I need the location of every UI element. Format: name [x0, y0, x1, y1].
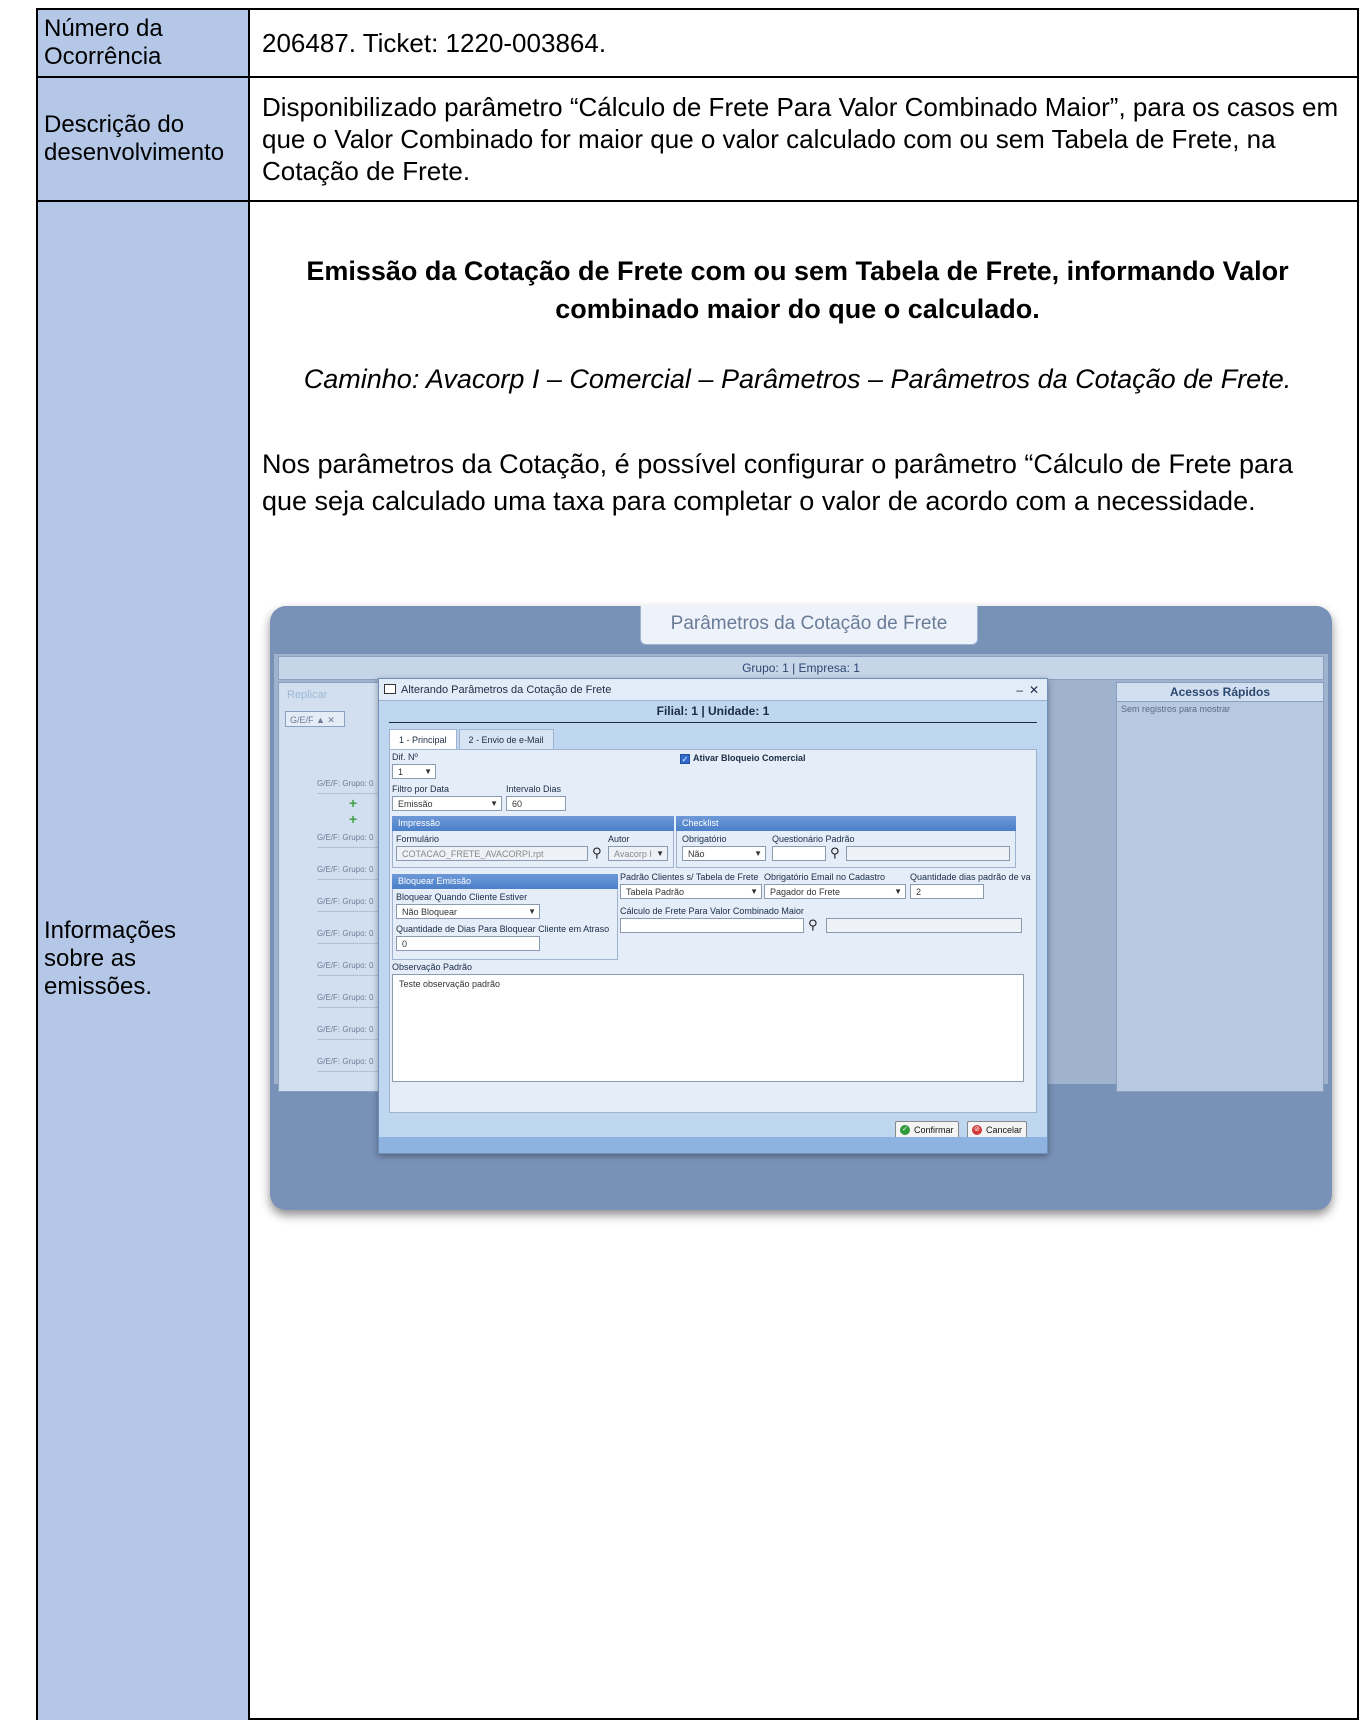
value-numero-ocorrencia: 206487. Ticket: 1220-003864.	[262, 28, 607, 58]
obrigatorio-value: Não	[688, 849, 705, 859]
tab-envio-email[interactable]: 2 - Envio de e-Mail	[458, 729, 554, 750]
dif-label: Dif. Nº	[392, 752, 418, 762]
dialog-tabs: 1 - Principal 2 - Envio de e-Mail	[389, 729, 556, 750]
padrao-clientes-select[interactable]: Tabela Padrão ▼	[620, 884, 762, 899]
window-title: Parâmetros da Cotação de Frete	[640, 606, 978, 645]
formulario-label: Formulário	[396, 834, 440, 844]
row-informacoes: Informações sobre as emissões. Emissão d…	[38, 202, 1357, 1720]
label-informacoes-line: sobre as	[44, 945, 137, 972]
bloquear-quando-select[interactable]: Não Bloquear ▼	[396, 904, 540, 919]
cancel-icon: ⊘	[972, 1125, 982, 1135]
search-icon[interactable]: ⚲	[830, 845, 840, 861]
dif-select[interactable]: 1 ▼	[392, 764, 436, 779]
close-icon[interactable]: ✕	[1029, 679, 1039, 701]
dialog-title: Alterando Parâmetros da Cotação de Frete	[401, 684, 612, 696]
dialog-title-bar: Alterando Parâmetros da Cotação de Frete…	[379, 679, 1047, 701]
label-informacoes: Informações sobre as emissões.	[38, 202, 250, 1720]
obrigatorio-select[interactable]: Não ▼	[682, 846, 766, 861]
chevron-down-icon: ▼	[894, 887, 902, 896]
label-descricao: Descrição do desenvolvimento	[38, 78, 250, 200]
obrigatorio-email-value: Pagador do Frete	[770, 887, 841, 897]
filtro-data-select[interactable]: Emissão ▼	[392, 796, 502, 811]
dif-value: 1	[398, 767, 404, 777]
qtd-dias-padrao-input[interactable]: 2	[910, 884, 984, 899]
minimize-icon[interactable]: –	[1016, 679, 1023, 701]
acessos-rapidos-title: Acessos Rápidos	[1117, 683, 1323, 702]
chevron-down-icon: ▼	[754, 849, 762, 858]
intervalo-dias-label: Intervalo Dias	[506, 784, 562, 794]
filtro-data-value: Emissão	[398, 799, 433, 809]
chevron-down-icon: ▼	[656, 849, 664, 858]
label-numero-ocorrencia: Número da Ocorrência	[38, 10, 250, 76]
chevron-down-icon: ▼	[750, 887, 758, 896]
filter-chip[interactable]: G/E/F ▲ ✕	[285, 711, 345, 727]
autor-value: Avacorp I	[614, 849, 652, 859]
principal-panel: Dif. Nº 1 ▼ ✓ Ativar Bloqueio Comercial F…	[389, 749, 1037, 1113]
observacao-textarea[interactable]: Teste observação padrão	[392, 974, 1024, 1082]
intervalo-dias-input[interactable]: 60	[506, 796, 566, 811]
chevron-down-icon: ▼	[490, 799, 498, 808]
checklist-header: Checklist	[676, 816, 1016, 831]
label-informacoes-line: emissões.	[44, 973, 153, 1000]
questionario-input[interactable]	[772, 846, 826, 861]
observacao-label: Observação Padrão	[392, 962, 473, 972]
parametros-dialog: Alterando Parâmetros da Cotação de Frete…	[378, 678, 1048, 1154]
filtro-data-label: Filtro por Data	[392, 784, 450, 794]
bloquear-quando-value: Não Bloquear	[402, 907, 458, 917]
formulario-input[interactable]: COTACAO_FRETE_AVACORPI.rpt	[396, 846, 588, 861]
questionario-description	[846, 846, 1010, 861]
navigation-path: Caminho: Avacorp I – Comercial – Parâmet…	[303, 364, 1292, 394]
qtd-dias-bloquear-label: Quantidade de Dias Para Bloquear Cliente…	[396, 924, 610, 934]
dialog-footer	[379, 1137, 1047, 1153]
padrao-clientes-label: Padrão Clientes s/ Tabela de Frete	[620, 872, 759, 882]
plus-icon[interactable]: +	[349, 811, 357, 827]
calculo-frete-input[interactable]	[620, 918, 804, 933]
tab-principal[interactable]: 1 - Principal	[389, 729, 457, 750]
qtd-dias-padrao-label: Quantidade dias padrão de va	[910, 872, 1031, 882]
confirmar-label: Confirmar	[914, 1125, 954, 1135]
qtd-dias-bloquear-input[interactable]: 0	[396, 936, 540, 951]
chevron-down-icon: ▼	[424, 767, 432, 776]
description-paragraph: Nos parâmetros da Cotação, é possível co…	[262, 449, 1294, 516]
section-heading: Emissão da Cotação de Frete com ou sem T…	[306, 256, 1289, 324]
document-table: Número da Ocorrência 206487. Ticket: 122…	[36, 8, 1359, 1720]
bloquear-emissao-header: Bloquear Emissão	[392, 874, 618, 889]
questionario-label: Questionário Padrão	[772, 834, 855, 844]
group-bar: Grupo: 1 | Empresa: 1	[278, 656, 1324, 680]
replicar-button[interactable]: Replicar	[287, 689, 327, 701]
acessos-rapidos-pane: Acessos Rápidos Sem registros para mostr…	[1116, 682, 1324, 1092]
calculo-frete-label: Cálculo de Frete Para Valor Combinado Ma…	[620, 906, 804, 916]
cancelar-label: Cancelar	[986, 1125, 1023, 1135]
obrigatorio-label: Obrigatório	[682, 834, 727, 844]
obrigatorio-email-select[interactable]: Pagador do Frete ▼	[764, 884, 906, 899]
label-informacoes-line: Informações	[44, 917, 177, 944]
plus-icon[interactable]: +	[349, 795, 357, 811]
window-icon	[384, 684, 396, 694]
obrigatorio-email-label: Obrigatório Email no Cadastro	[764, 872, 886, 882]
row-descricao: Descrição do desenvolvimento Disponibili…	[38, 78, 1357, 202]
checkbox-ativar-bloqueio[interactable]: ✓	[680, 754, 690, 764]
calculo-frete-description	[826, 918, 1022, 933]
padrao-clientes-value: Tabela Padrão	[626, 887, 685, 897]
search-icon[interactable]: ⚲	[592, 845, 602, 861]
impressao-header: Impressão	[392, 816, 674, 831]
value-descricao: Disponibilizado parâmetro “Cálculo de Fr…	[262, 92, 1339, 186]
bloquear-quando-label: Bloquear Quando Cliente Estiver	[396, 892, 528, 902]
search-icon[interactable]: ⚲	[808, 917, 818, 933]
chevron-down-icon: ▼	[528, 907, 536, 916]
acessos-rapidos-empty: Sem registros para mostrar	[1121, 704, 1231, 714]
embedded-screenshot: Parâmetros da Cotação de Frete Grupo: 1 …	[270, 606, 1332, 1210]
row-numero-ocorrencia: Número da Ocorrência 206487. Ticket: 122…	[38, 10, 1357, 78]
filial-header: Filial: 1 | Unidade: 1	[389, 704, 1037, 723]
autor-select[interactable]: Avacorp I ▼	[608, 846, 668, 861]
autor-label: Autor	[608, 834, 630, 844]
check-icon: ✓	[900, 1125, 910, 1135]
ativar-bloqueio-label: Ativar Bloqueio Comercial	[693, 753, 806, 763]
